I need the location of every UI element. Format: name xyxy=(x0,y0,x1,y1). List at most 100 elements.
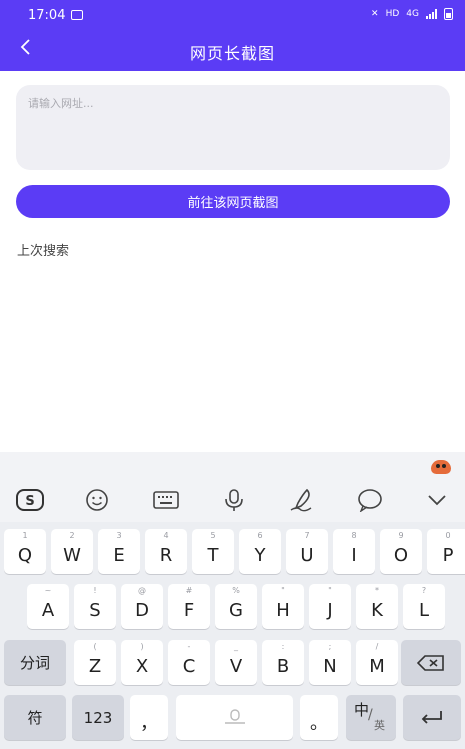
key-l[interactable]: ? L xyxy=(403,584,445,629)
key-y[interactable]: 6Y xyxy=(239,529,281,574)
signal-icon xyxy=(426,9,437,19)
key-label: T xyxy=(207,545,219,566)
svg-text:S: S xyxy=(25,494,34,509)
key-v[interactable]: _ V xyxy=(215,640,257,685)
lang-zh-label: 中 xyxy=(354,701,370,719)
mute-icon: ✕ xyxy=(371,9,379,19)
lang-slash: / xyxy=(368,707,373,723)
handwriting-icon[interactable] xyxy=(287,487,317,513)
period-key[interactable]: 。 xyxy=(300,695,338,740)
key-p[interactable]: 0P xyxy=(427,529,465,574)
key-label: N xyxy=(323,656,337,677)
key-q[interactable]: 1Q xyxy=(4,529,46,574)
go-screenshot-button[interactable]: 前往该网页截图 xyxy=(16,185,450,218)
key-r[interactable]: 4R xyxy=(145,529,187,574)
gallery-notification-icon xyxy=(71,10,83,20)
keyboard-layout-icon[interactable] xyxy=(151,487,181,513)
lang-switch-key[interactable]: 中 / 英 xyxy=(346,695,396,740)
key-label: M xyxy=(369,656,385,677)
key-c[interactable]: -C xyxy=(168,640,210,685)
fenci-key[interactable]: 分词 xyxy=(4,640,66,685)
recent-search-label: 上次搜索 xyxy=(17,244,70,259)
key-hint: : xyxy=(281,642,285,651)
key-hint: 5 xyxy=(210,531,216,540)
key-hint: ? xyxy=(421,586,427,595)
key-o[interactable]: 9O xyxy=(380,529,422,574)
key-label: S xyxy=(89,600,101,621)
key-e[interactable]: 3E xyxy=(98,529,140,574)
key-label: P xyxy=(442,545,454,566)
status-time: 17:04 xyxy=(28,8,66,23)
network-label: 4G xyxy=(406,9,419,19)
key-label: R xyxy=(159,545,173,566)
key-label: Z xyxy=(88,656,102,677)
emoji-icon[interactable] xyxy=(82,487,112,513)
key-i[interactable]: 8I xyxy=(333,529,375,574)
key-label: V xyxy=(229,656,243,677)
key-f[interactable]: # F xyxy=(168,584,210,629)
screen: 17:04 ✕ HD 4G 网页长截图 前往该网页截图 上次搜索 S xyxy=(0,0,465,749)
key-hint: ; xyxy=(328,642,332,651)
key-h[interactable]: " H xyxy=(262,584,304,629)
key-hint: 2 xyxy=(69,531,75,540)
status-icons: ✕ HD 4G xyxy=(371,8,453,20)
hd-label: HD xyxy=(385,9,400,19)
key-w[interactable]: 2W xyxy=(51,529,93,574)
key-z[interactable]: (Z xyxy=(74,640,116,685)
key-hint: 8 xyxy=(351,531,357,540)
key-x[interactable]: ) X xyxy=(121,640,163,685)
key-n[interactable]: ; N xyxy=(309,640,351,685)
key-hint: " xyxy=(328,586,332,595)
search-bubble-icon[interactable] xyxy=(355,487,385,513)
key-d[interactable]: @ D xyxy=(121,584,163,629)
key-label: 。 xyxy=(310,712,328,734)
key-hint: % xyxy=(232,586,240,595)
url-input[interactable] xyxy=(16,85,450,170)
key-g[interactable]: % G xyxy=(215,584,257,629)
space-key[interactable] xyxy=(176,695,293,740)
key-hint: 9 xyxy=(398,531,404,540)
key-label: O xyxy=(393,545,409,566)
numbers-key[interactable]: 123 xyxy=(72,695,124,740)
key-label: K xyxy=(371,600,383,621)
key-j[interactable]: " J xyxy=(309,584,351,629)
key-label: H xyxy=(276,600,290,621)
key-hint: 0 xyxy=(445,531,451,540)
key-hint: _ xyxy=(234,642,238,651)
key-s[interactable]: ! S xyxy=(74,584,116,629)
key-label: 123 xyxy=(83,708,113,727)
key-m[interactable]: / M xyxy=(356,640,398,685)
key-label: X xyxy=(135,656,149,677)
key-hint: * xyxy=(375,586,379,595)
key-hint: 1 xyxy=(22,531,28,540)
key-hint: 7 xyxy=(304,531,310,540)
key-k[interactable]: * K xyxy=(356,584,398,629)
key-hint: 4 xyxy=(163,531,169,540)
key-hint: @ xyxy=(138,586,146,595)
sogou-logo-icon[interactable]: S xyxy=(15,487,45,513)
key-label: L xyxy=(418,600,430,621)
backspace-icon xyxy=(417,654,444,671)
key-hint: ) xyxy=(140,642,144,651)
backspace-key[interactable] xyxy=(401,640,461,685)
key-label: B xyxy=(276,656,290,677)
key-hint: ! xyxy=(93,586,97,595)
comma-key[interactable]: ， xyxy=(130,695,168,740)
mascot-icon[interactable] xyxy=(431,460,451,474)
key-b[interactable]: :B xyxy=(262,640,304,685)
page-title: 网页长截图 xyxy=(189,44,275,63)
key-label: Y xyxy=(254,545,266,566)
key-u[interactable]: 7U xyxy=(286,529,328,574)
key-a[interactable]: ~ A xyxy=(27,584,69,629)
symbol-key[interactable]: 符 xyxy=(4,695,66,740)
key-label: J xyxy=(327,600,333,621)
key-label: Q xyxy=(17,545,33,566)
key-hint: 3 xyxy=(116,531,122,540)
key-hint: - xyxy=(187,642,191,651)
key-label: A xyxy=(41,600,55,621)
collapse-keyboard-icon[interactable] xyxy=(422,487,452,513)
key-t[interactable]: 5T xyxy=(192,529,234,574)
microphone-icon[interactable] xyxy=(219,487,249,513)
lang-en-label: 英 xyxy=(374,719,385,732)
enter-key[interactable] xyxy=(403,695,461,740)
